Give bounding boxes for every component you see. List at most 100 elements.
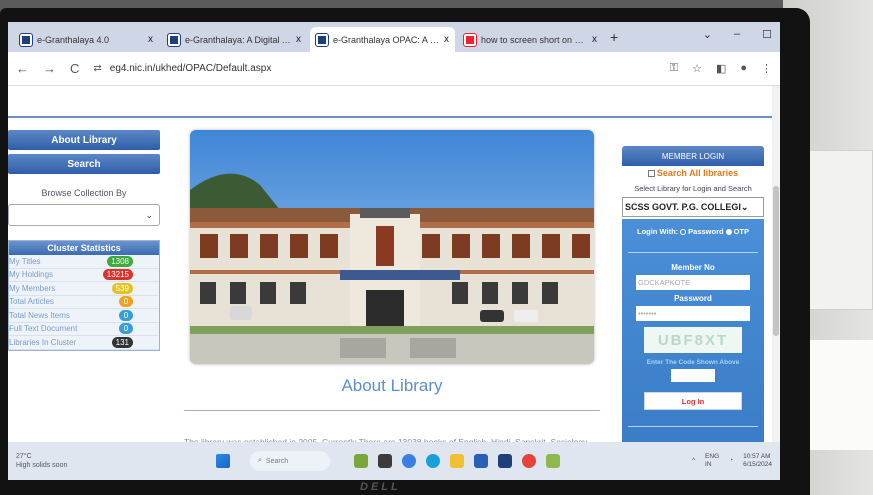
login-panel: Login With: Password OTP Member No GDCKA… [622, 219, 764, 451]
search-all-libraries[interactable]: Search All libraries [622, 168, 764, 178]
close-icon[interactable]: x [296, 34, 301, 45]
tab-egranthalaya-4[interactable]: e-Granthalaya 4.0 x [14, 27, 159, 52]
monitor-bezel: e-Granthalaya 4.0 x e-Granthalaya: A Dig… [0, 8, 810, 495]
stat-name: Total News Items [9, 310, 70, 320]
task-view-icon[interactable] [378, 454, 392, 468]
taskbar-search[interactable]: ⌕ Search [250, 451, 330, 471]
about-library-heading: About Library [341, 376, 443, 395]
tab-youtube[interactable]: how to screen short on pc - Yo x [458, 27, 603, 52]
store-icon[interactable] [474, 454, 488, 468]
login-with-label: Login With: [636, 227, 679, 236]
key-icon[interactable]: ⚿ [670, 62, 678, 75]
page-scrollbar[interactable] [772, 86, 780, 442]
chevron-down-icon[interactable]: ⌄ [703, 28, 712, 41]
chrome-icon[interactable] [522, 454, 536, 468]
windows-start-icon[interactable] [216, 454, 230, 468]
clock-time: 10:57 AM [743, 453, 771, 460]
stat-row-members[interactable]: My Members 539 [9, 282, 159, 296]
chevron-down-icon: ⌄ [740, 201, 749, 212]
taskbar-search-placeholder: Search [265, 457, 289, 465]
about-library-button[interactable]: About Library [8, 130, 160, 150]
member-login-header: MEMBER LOGIN [622, 146, 764, 166]
toolbar-icons: ⚿ ☆ ◧ ● ⋮ [670, 62, 772, 75]
tab-label: how to screen short on pc - Yo [481, 34, 587, 45]
password-radio[interactable] [680, 228, 687, 235]
mail-icon[interactable] [498, 454, 512, 468]
language-indicator[interactable]: ENG IN [705, 453, 719, 469]
tab-label: e-Granthalaya 4.0 [37, 34, 110, 45]
star-icon[interactable]: ☆ [692, 62, 702, 75]
forward-icon[interactable]: → [43, 61, 56, 76]
search-all-checkbox[interactable] [647, 169, 655, 177]
stat-name: Total Articles [9, 297, 54, 307]
stat-row-fulltext[interactable]: Full Text Document 0 [9, 322, 159, 336]
menu-icon[interactable]: ⋮ [761, 62, 772, 75]
maximize-icon[interactable]: ☐ [762, 28, 772, 41]
browse-collection-select[interactable]: ⌄ [8, 204, 160, 226]
stat-name: Full Text Document [9, 324, 78, 334]
app-icon[interactable] [546, 454, 560, 468]
stat-row-holdings[interactable]: My Holdings 13215 [9, 268, 159, 282]
otp-option-label: OTP [733, 227, 750, 236]
captcha-label: Enter The Code Shown Above [646, 359, 740, 366]
background-paper [803, 150, 873, 310]
library-select-value: SCSS GOVT. P.G. COLLEGI [625, 202, 741, 212]
stat-badge: 131 [111, 336, 133, 348]
tab-egranthalaya-agency[interactable]: e-Granthalaya: A Digital Agenc x [162, 27, 307, 52]
login-with-row: Login With: Password OTP [628, 227, 758, 236]
password-input[interactable]: ••••••• [636, 306, 750, 321]
stat-badge: 0 [119, 323, 133, 335]
stat-name: My Holdings [9, 270, 54, 280]
password-label: Password [674, 294, 712, 303]
chevron-up-icon[interactable]: ^ [692, 457, 695, 465]
new-tab-button[interactable]: + [610, 29, 618, 45]
sidebar-icon[interactable]: ◧ [716, 62, 726, 75]
close-icon[interactable]: x [592, 34, 597, 45]
back-icon[interactable]: ← [16, 61, 29, 76]
stat-row-libraries[interactable]: Libraries In Cluster 131 [9, 336, 159, 350]
widgets-icon[interactable] [354, 454, 368, 468]
library-select[interactable]: SCSS GOVT. P.G. COLLEGI ⌄ [622, 197, 764, 217]
wifi-icon[interactable]: ◔ [729, 457, 733, 465]
minimize-icon[interactable]: – [734, 28, 740, 41]
clock-date: 6/15/2024 [743, 461, 772, 468]
search-button[interactable]: Search [8, 154, 160, 174]
tab-egranthalaya-opac[interactable]: e-Granthalaya OPAC: A Digital x [310, 27, 455, 52]
reload-icon[interactable]: C [70, 61, 79, 76]
stat-badge: 0 [119, 296, 133, 308]
scrollbar-thumb[interactable] [773, 186, 779, 336]
clock[interactable]: 10:57 AM 6/15/2024 [743, 453, 772, 469]
browser-window: e-Granthalaya 4.0 x e-Granthalaya: A Dig… [8, 22, 780, 480]
member-login-box: MEMBER LOGIN Search All libraries Select… [622, 146, 764, 451]
cluster-statistics: Cluster Statistics My Titles 1308 My Hol… [8, 240, 160, 351]
stat-row-titles[interactable]: My Titles 1308 [9, 255, 159, 269]
profile-icon[interactable]: ● [740, 62, 747, 75]
captcha-input[interactable] [671, 369, 715, 382]
otp-radio[interactable] [725, 228, 732, 235]
file-explorer-icon[interactable] [450, 454, 464, 468]
select-library-label: Select Library for Login and Search [634, 184, 752, 193]
member-no-input[interactable]: GDCKAPKOTE [636, 275, 750, 290]
stat-badge: 1308 [107, 255, 133, 267]
member-no-label: Member No [671, 263, 715, 272]
library-favicon-icon [315, 32, 329, 47]
about-divider [184, 410, 600, 411]
close-icon[interactable]: x [444, 34, 449, 45]
chat-icon[interactable] [402, 454, 416, 468]
site-info-icon[interactable]: ⇄ [93, 63, 101, 74]
library-favicon-icon [19, 32, 33, 47]
edge-icon[interactable] [426, 454, 440, 468]
library-building-photo [190, 130, 594, 364]
close-icon[interactable]: x [148, 34, 153, 45]
stat-row-articles[interactable]: Total Articles 0 [9, 295, 159, 309]
login-button[interactable]: Log In [644, 392, 742, 410]
url-field[interactable]: ⇄ eg4.nic.in/ukhed/OPAC/Default.aspx [93, 63, 271, 74]
photo-scene: e-Granthalaya 4.0 x e-Granthalaya: A Dig… [0, 0, 873, 495]
weather-widget[interactable]: 27°C High solids soon [16, 452, 216, 470]
search-all-label: Search All libraries [656, 168, 739, 178]
stat-row-news[interactable]: Total News Items 0 [9, 309, 159, 323]
stat-name: My Titles [9, 256, 41, 266]
weather-temp: 27°C [16, 453, 32, 460]
language-code: ENG [705, 453, 720, 460]
stat-badge: 13215 [102, 269, 133, 281]
